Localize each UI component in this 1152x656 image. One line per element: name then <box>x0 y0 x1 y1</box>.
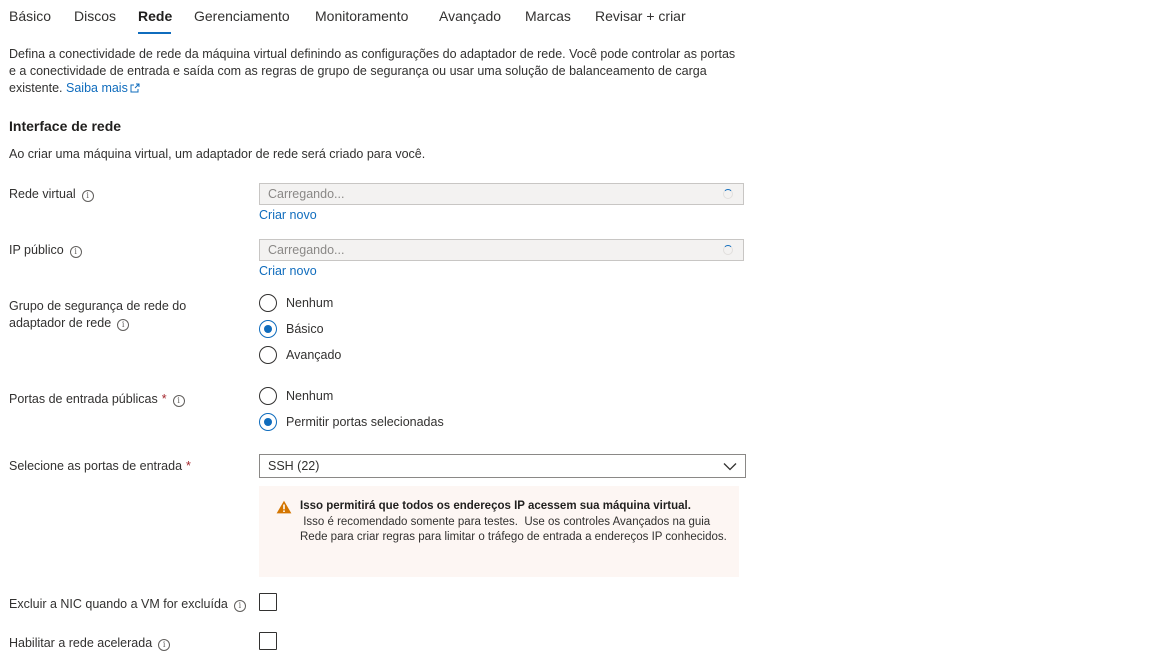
accelerated-networking-label: Habilitar a rede acelerada i <box>9 635 171 652</box>
tab-marcas[interactable]: Marcas <box>525 8 571 24</box>
tab-gerenciamento[interactable]: Gerenciamento <box>194 8 290 24</box>
section-subtitle: Ao criar uma máquina virtual, um adaptad… <box>9 147 426 161</box>
virtual-network-placeholder: Carregando... <box>268 187 345 201</box>
tab-discos[interactable]: Discos <box>74 8 116 24</box>
radio-button[interactable] <box>259 294 277 312</box>
learn-more-link[interactable]: Saiba mais <box>66 81 140 95</box>
nsg-label-line2: adaptador de rede <box>9 316 112 330</box>
virtual-network-label-text: Rede virtual <box>9 187 76 201</box>
public-ip-label-text: IP público <box>9 243 64 257</box>
radio-button-selected[interactable] <box>259 413 277 431</box>
required-marker: * <box>186 459 191 473</box>
virtual-network-label: Rede virtual i <box>9 186 94 203</box>
delete-nic-label: Excluir a NIC quando a VM for excluída i <box>9 596 246 613</box>
public-ports-label: Portas de entrada públicas * i <box>9 391 185 408</box>
chevron-down-icon <box>723 463 737 471</box>
tab-basico[interactable]: Básico <box>9 8 51 24</box>
radio-button[interactable] <box>259 346 277 364</box>
inbound-ports-value: SSH (22) <box>268 459 320 473</box>
virtual-network-input[interactable]: Carregando... <box>259 183 744 205</box>
info-icon[interactable]: i <box>233 600 246 612</box>
nsg-label-line1: Grupo de segurança de rede do <box>9 299 187 313</box>
virtual-network-create-new-link[interactable]: Criar novo <box>259 208 317 222</box>
public-ip-create-new-link[interactable]: Criar novo <box>259 264 317 278</box>
info-icon[interactable]: i <box>69 246 82 258</box>
page-description: Defina a conectividade de rede da máquin… <box>9 46 744 97</box>
radio-button[interactable] <box>259 387 277 405</box>
info-icon[interactable]: i <box>81 190 94 202</box>
public-ports-label-text: Portas de entrada públicas <box>9 392 158 406</box>
inbound-ports-select[interactable]: SSH (22) <box>259 454 746 478</box>
learn-more-label: Saiba mais <box>66 81 128 95</box>
radio-button-selected[interactable] <box>259 320 277 338</box>
info-icon[interactable]: i <box>158 639 171 651</box>
radio-label: Básico <box>286 322 324 336</box>
radio-label: Nenhum <box>286 389 334 403</box>
inbound-ports-label: Selecione as portas de entrada * <box>9 458 191 475</box>
nsg-option-nenhum[interactable]: Nenhum <box>259 293 333 313</box>
radio-label: Avançado <box>286 348 342 362</box>
warning-title: Isso permitirá que todos os endereços IP… <box>300 500 691 512</box>
nsg-option-avancado[interactable]: Avançado <box>259 345 341 365</box>
nsg-label: Grupo de segurança de rede do adaptador … <box>9 298 186 332</box>
active-tab-indicator <box>138 32 171 34</box>
public-ip-input[interactable]: Carregando... <box>259 239 744 261</box>
radio-label: Nenhum <box>286 296 334 310</box>
loading-spinner-icon <box>723 189 733 199</box>
accelerated-networking-label-text: Habilitar a rede acelerada <box>9 636 153 650</box>
warning-triangle-icon <box>276 500 292 514</box>
warning-body: Isso é recomendado somente para testes. … <box>300 516 727 543</box>
info-icon[interactable]: i <box>117 319 130 331</box>
public-ports-option-nenhum[interactable]: Nenhum <box>259 386 333 406</box>
required-marker: * <box>161 392 167 406</box>
delete-nic-label-text: Excluir a NIC quando a VM for excluída <box>9 597 228 611</box>
loading-spinner-icon <box>723 245 733 255</box>
delete-nic-checkbox[interactable] <box>259 593 277 611</box>
tab-rede[interactable]: Rede <box>138 8 172 24</box>
public-ip-placeholder: Carregando... <box>268 243 345 257</box>
nsg-option-basico[interactable]: Básico <box>259 319 324 339</box>
accelerated-networking-checkbox[interactable] <box>259 632 277 650</box>
public-ip-label: IP público i <box>9 242 82 259</box>
section-title: Interface de rede <box>9 118 122 134</box>
radio-label: Permitir portas selecionadas <box>286 415 444 429</box>
tab-monitoramento[interactable]: Monitoramento <box>315 8 408 24</box>
tab-bar: Básico Discos Rede Gerenciamento Monitor… <box>0 0 1152 34</box>
warning-message: Isso permitirá que todos os endereços IP… <box>259 486 739 577</box>
external-link-icon <box>130 83 140 93</box>
tab-revisar-criar[interactable]: Revisar + criar <box>595 8 686 24</box>
public-ports-option-allow-selected[interactable]: Permitir portas selecionadas <box>259 412 444 432</box>
inbound-ports-label-text: Selecione as portas de entrada <box>9 459 183 473</box>
info-icon[interactable]: i <box>172 395 185 407</box>
tab-avancado[interactable]: Avançado <box>439 8 501 24</box>
